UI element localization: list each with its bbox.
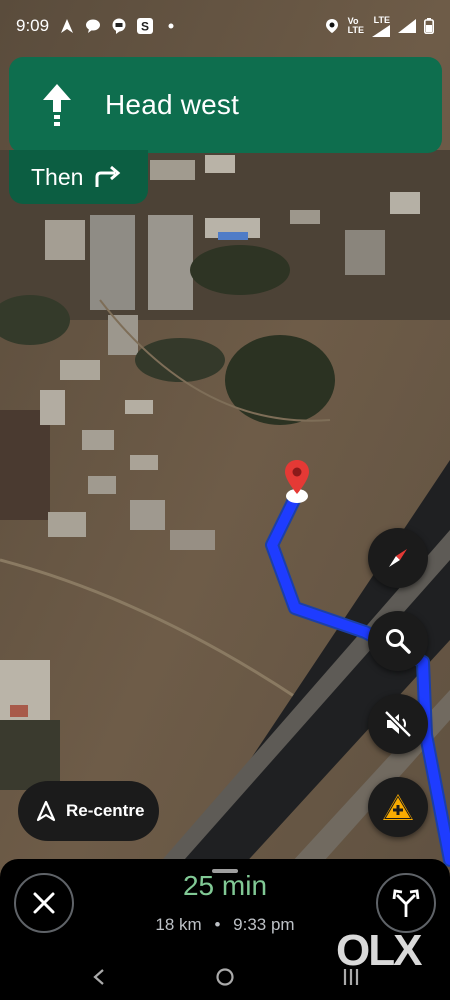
report-incident-button[interactable] xyxy=(368,777,428,837)
search-button[interactable] xyxy=(368,611,428,671)
then-label: Then xyxy=(31,163,84,190)
turn-instruction-banner[interactable]: Head west xyxy=(9,57,442,153)
fork-route-icon xyxy=(392,889,420,917)
volte-indicator: Vo LTE xyxy=(347,16,364,35)
turn-right-icon xyxy=(95,165,121,187)
back-icon[interactable] xyxy=(92,968,106,986)
messages-icon xyxy=(112,18,126,34)
muted-speaker-icon xyxy=(384,710,412,738)
app-s-icon: S xyxy=(137,18,154,34)
signal-bars-icon xyxy=(372,24,390,37)
then-panel[interactable]: Then xyxy=(9,150,148,204)
compass-icon xyxy=(389,549,407,567)
destination-pin-icon xyxy=(285,460,309,503)
trip-separator: • xyxy=(214,915,221,934)
trip-distance: 18 km xyxy=(155,915,202,934)
recents-icon[interactable] xyxy=(343,967,359,987)
recentre-button[interactable]: Re-centre xyxy=(18,781,159,841)
battery-icon xyxy=(424,18,434,34)
status-time: 9:09 xyxy=(16,16,50,35)
chat-icon xyxy=(86,19,101,33)
straight-arrow-icon xyxy=(9,57,105,153)
instruction-text: Head west xyxy=(105,89,240,120)
svg-text:S: S xyxy=(141,20,149,34)
more-dot-icon xyxy=(168,23,174,29)
status-bar: 9:09 S Vo LTE LTE xyxy=(0,0,450,52)
search-icon xyxy=(386,629,411,654)
arrival-time: 9:33 pm xyxy=(233,915,295,934)
recentre-label: Re-centre xyxy=(66,801,145,820)
navigation-arrow-icon xyxy=(61,19,74,33)
compass-button[interactable] xyxy=(368,528,428,588)
system-navigation-bar xyxy=(0,956,450,1000)
signal-lte-indicator: LTE xyxy=(372,15,390,37)
warning-add-icon xyxy=(383,794,413,820)
mute-button[interactable] xyxy=(368,694,428,754)
navigation-arrow-icon xyxy=(36,800,56,822)
alternate-routes-button[interactable] xyxy=(376,873,436,933)
home-icon[interactable] xyxy=(215,967,235,987)
signal-bars-2-icon xyxy=(398,19,416,33)
location-icon xyxy=(325,19,338,33)
